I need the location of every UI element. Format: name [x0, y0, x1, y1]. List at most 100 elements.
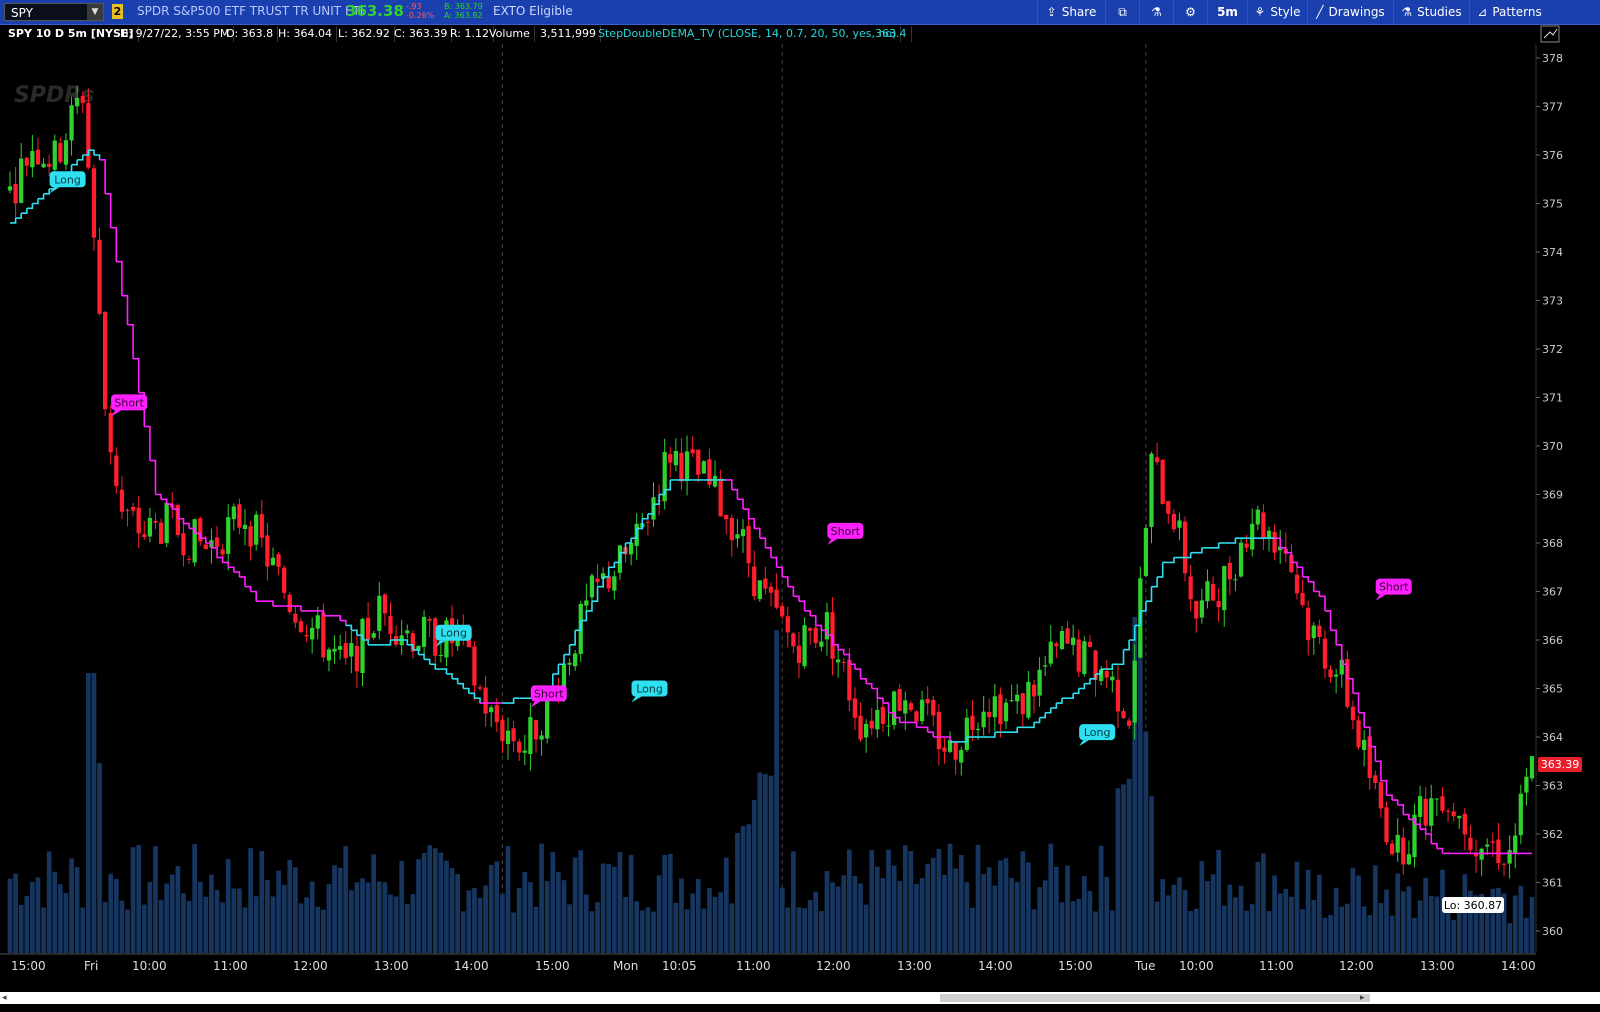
y-tick-label: 367	[1542, 586, 1563, 599]
candle-body	[1143, 528, 1149, 577]
volume-bar	[438, 852, 444, 953]
volume-bar	[1389, 915, 1395, 953]
candle-body	[1132, 660, 1137, 723]
price-tag: 363.39	[1538, 757, 1582, 772]
volume-bar	[382, 882, 388, 953]
volume-bar	[908, 850, 914, 953]
short-signal[interactable]: Short	[1375, 578, 1412, 601]
signal-label: Short	[534, 687, 564, 700]
step-line-segment	[922, 726, 929, 733]
volume-bar	[399, 860, 405, 953]
volume-bar	[192, 844, 198, 953]
candle-body	[181, 533, 186, 556]
step-line-segment	[754, 527, 761, 539]
candle-body	[304, 634, 309, 637]
long-signal[interactable]: Long	[631, 680, 668, 703]
scroll-left-icon[interactable]: ◂	[2, 992, 7, 1004]
settings-button[interactable]: ⚙	[1173, 0, 1207, 24]
volume-bar	[1311, 900, 1317, 953]
step-line-segment	[608, 562, 616, 569]
volume-bar	[136, 845, 142, 953]
signal-label: Long	[636, 683, 663, 696]
candle-body	[1434, 798, 1440, 800]
volume-bar	[556, 871, 561, 953]
volume-bar	[410, 894, 416, 953]
style-button[interactable]: ⚘ Style	[1247, 0, 1307, 24]
volume-bar	[533, 906, 539, 953]
volume-bar	[589, 911, 595, 953]
step-line-segment	[1157, 562, 1164, 578]
step-line-segment	[1319, 595, 1326, 611]
volume-bar	[427, 845, 433, 953]
volume-bar	[488, 864, 494, 953]
long-signal[interactable]: Long	[49, 171, 86, 194]
signal-pointer	[530, 701, 541, 708]
candle-body	[819, 641, 824, 647]
share-button[interactable]: ⇪ Share	[1037, 0, 1105, 24]
volume-bar	[1283, 888, 1289, 953]
volume-bar	[1255, 862, 1261, 953]
candle-body	[136, 507, 141, 534]
step-line-segment	[245, 585, 252, 592]
step-line-segment	[43, 188, 50, 195]
volume-bar	[1048, 843, 1054, 953]
volume-bars	[7, 617, 1535, 953]
volume-bar	[673, 902, 679, 953]
step-line-segment	[1011, 727, 1019, 733]
volume-bar	[220, 902, 225, 953]
candle-body	[1261, 512, 1266, 539]
candle-body	[1071, 637, 1076, 646]
candle-body	[1501, 863, 1507, 865]
drawing-tool-icon[interactable]	[1540, 25, 1560, 43]
volume-bar	[1512, 895, 1518, 953]
volume-bar	[1361, 906, 1367, 953]
volume-bar	[942, 874, 947, 953]
volume-bar	[656, 875, 662, 953]
candle-body	[97, 239, 102, 314]
step-line-segment	[508, 698, 515, 704]
symbol-selector[interactable]: SPY ▼	[4, 3, 104, 21]
candle-body	[35, 149, 41, 165]
chevron-down-icon[interactable]: ▼	[87, 4, 103, 20]
step-line-segment	[1045, 707, 1052, 714]
step-line-segment	[1028, 722, 1035, 729]
candle-body	[1300, 592, 1305, 606]
volume-bar	[444, 860, 449, 953]
candle-body	[405, 630, 410, 634]
flask-button[interactable]: ⚗	[1139, 0, 1173, 24]
drawings-button[interactable]: ╱ Drawings	[1307, 0, 1393, 24]
detach-button[interactable]: ⧉	[1105, 0, 1139, 24]
candle-body	[1524, 776, 1529, 793]
volume-bar	[1261, 853, 1266, 953]
volume-bar	[768, 775, 774, 953]
scroll-right-icon[interactable]: ▸	[1360, 992, 1365, 1004]
x-tick-label: 12:00	[293, 959, 328, 973]
patterns-button[interactable]: ⊿ Patterns	[1469, 0, 1549, 24]
short-signal[interactable]: Short	[827, 522, 864, 545]
horizontal-scrollbar[interactable]: ◂ ▸	[0, 992, 1600, 1004]
candle-body	[1266, 530, 1272, 538]
long-signal[interactable]: Long	[1079, 724, 1116, 747]
candle-body	[483, 687, 488, 714]
candle-body	[1087, 641, 1093, 648]
short-signal[interactable]: Short	[111, 394, 148, 417]
long-signal[interactable]: Long	[435, 624, 472, 647]
price-chart[interactable]: SPDRs Long Short Long Short Long Short Long Sho…	[0, 24, 1600, 992]
studies-button[interactable]: ⚗ Studies	[1393, 0, 1469, 24]
volume-bar	[1406, 886, 1412, 953]
candle-body	[130, 506, 136, 511]
candle-body	[1322, 638, 1328, 669]
volume-bar	[472, 887, 477, 953]
step-line-segment	[105, 193, 112, 228]
timeframe-button[interactable]: 5m	[1207, 0, 1247, 24]
volume-bar	[505, 846, 511, 953]
symbol-link-badge[interactable]: 2	[112, 4, 123, 19]
volume-bar	[578, 850, 584, 953]
candle-body	[1065, 628, 1070, 644]
volume-bar	[561, 880, 567, 953]
volume-bar	[1529, 897, 1535, 953]
candle-body	[1468, 837, 1473, 850]
candle-body	[813, 627, 818, 644]
scroll-thumb[interactable]	[940, 994, 1370, 1002]
step-line-segment	[267, 600, 274, 607]
